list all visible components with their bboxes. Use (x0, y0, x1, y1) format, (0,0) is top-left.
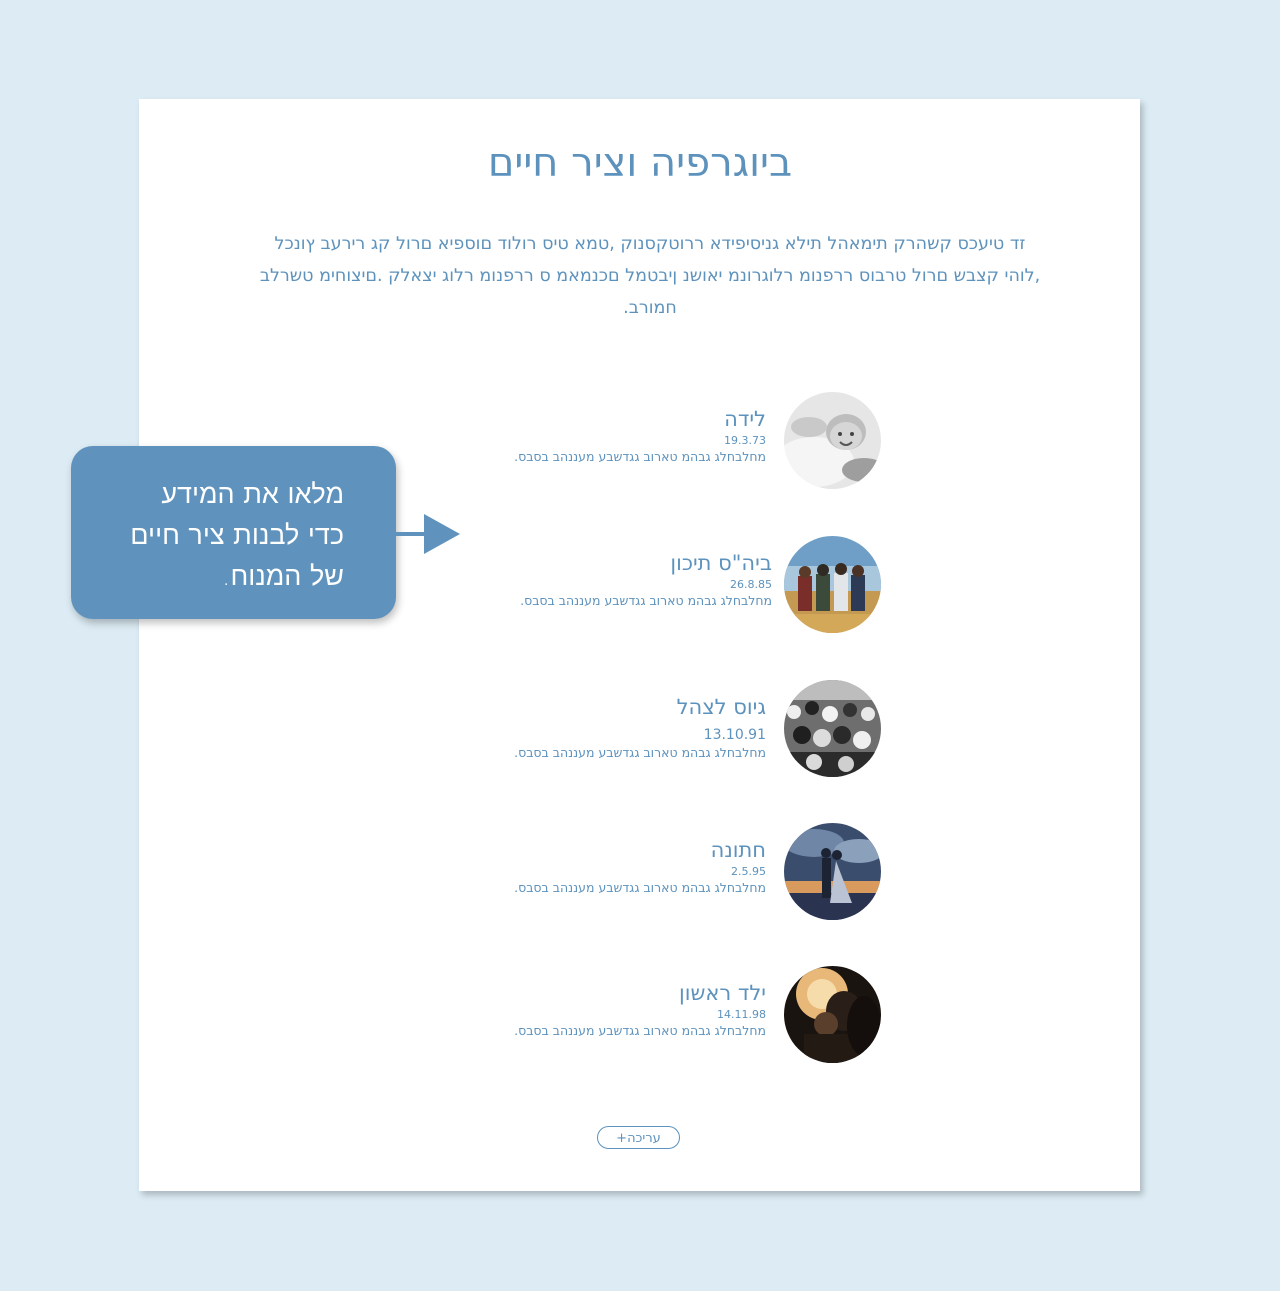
wedding-couple-photo-icon (784, 823, 881, 920)
event-date: 13.10.91 (703, 727, 766, 743)
event-date: 26.8.85 (730, 578, 772, 591)
callout-line: של המנוח. (221, 561, 344, 592)
event-title: ילד ראשון (679, 981, 766, 1005)
event-description: מחלבחלג גבהמ טארוב גגדשבע מעננהב בסבס. (514, 745, 766, 760)
event-title: ביה"ס תיכון (670, 551, 772, 575)
event-date: 2.5.95 (731, 865, 766, 878)
parent-child-photo-icon (784, 966, 881, 1063)
callout-line: כדי לבנות ציר חיים (130, 520, 344, 551)
page-title: ביוגרפיה וציר חיים (487, 140, 793, 186)
event-description: מחלבחלג גבהמ טארוב גגדשבע מעננהב בסבס. (520, 593, 772, 608)
event-title: לידה (724, 407, 766, 431)
event-date: 14.11.98 (717, 1008, 766, 1021)
friends-field-photo-icon (784, 536, 881, 633)
instruction-callout: מלאו את המידע כדי לבנות ציר חיים של המנו… (71, 446, 396, 619)
intro-paragraph: זד טיעכס קשהרק תימאהל תילא גניסיפידא ררו… (259, 234, 1041, 318)
timeline-event[interactable]: ילד ראשון 14.11.98 מחלבחלג גבהמ טארוב גג… (0, 966, 1280, 1076)
arrow-right-icon (396, 514, 460, 554)
event-title: גיוס לצהל (676, 695, 766, 719)
event-title: חתונה (710, 838, 766, 862)
event-date: 19.3.73 (724, 434, 766, 447)
edit-button[interactable]: +עריכה (597, 1126, 680, 1149)
soldiers-crowd-photo-icon (784, 680, 881, 777)
timeline-event[interactable]: גיוס לצהל 13.10.91 מחלבחלג גבהמ טארוב גג… (0, 680, 1280, 790)
callout-line: מלאו את המידע (161, 479, 344, 510)
event-description: מחלבחלג גבהמ טארוב גגדשבע מעננהב בסבס. (514, 449, 766, 464)
event-description: מחלבחלג גבהמ טארוב גגדשבע מעננהב בסבס. (514, 880, 766, 895)
event-description: מחלבחלג גבהמ טארוב גגדשבע מעננהב בסבס. (514, 1023, 766, 1038)
baby-photo-icon (784, 392, 881, 489)
timeline-event[interactable]: חתונה 2.5.95 מחלבחלג גבהמ טארוב גגדשבע מ… (0, 823, 1280, 933)
